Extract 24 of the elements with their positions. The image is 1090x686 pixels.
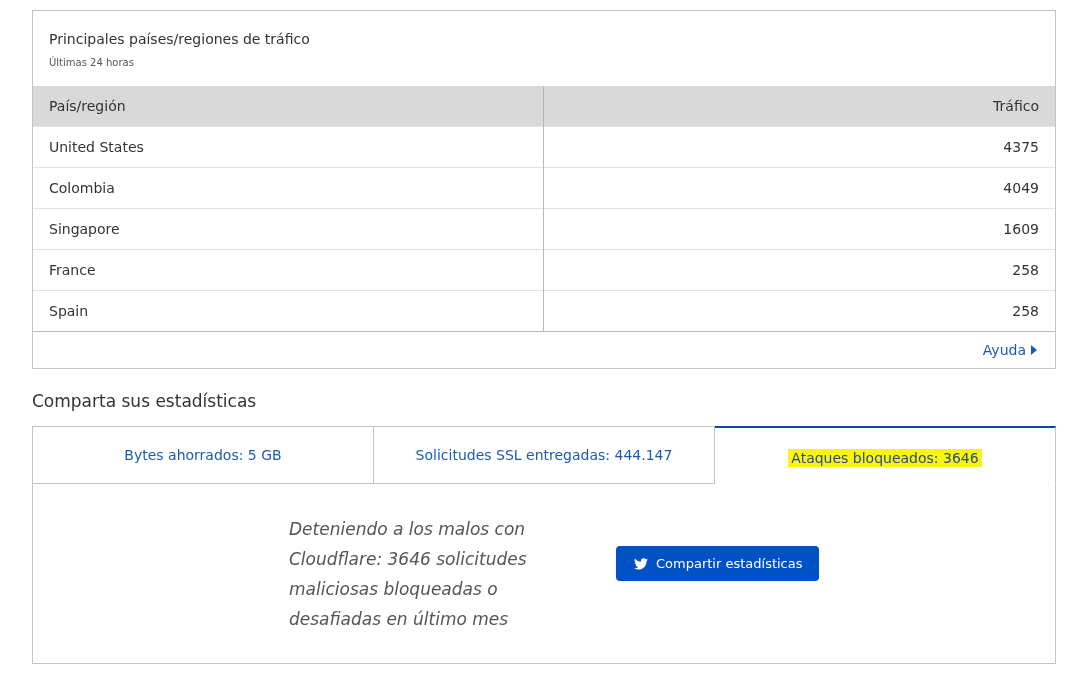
table-cell: Spain	[33, 290, 544, 332]
highlighted-label: Ataques bloqueados: 3646	[788, 448, 982, 467]
share-button[interactable]: Compartir estadísticas	[616, 546, 819, 581]
table-cell: 4049	[543, 167, 1055, 209]
table-cell: 258	[543, 290, 1055, 332]
stats-tab[interactable]: Ataques bloqueados: 3646	[715, 426, 1056, 484]
share-message: Deteniendo a los malos con Cloudflare: 3646 solicitudes maliciosas bloqueadas o desafiadas en último mes	[289, 517, 528, 631]
table-cell: Singapore	[33, 208, 544, 250]
table-cell: France	[33, 249, 544, 291]
help-link[interactable]: Ayuda	[982, 342, 1037, 358]
card-subtitle: Últimas 24 horas	[49, 57, 135, 68]
table-cell: 1609	[543, 208, 1055, 250]
section-heading: Comparta sus estadísticas	[32, 391, 258, 411]
stats-tab[interactable]: Bytes ahorrados: 5 GB	[32, 426, 374, 484]
table-cell: 258	[543, 249, 1055, 291]
card-title: Principales países/regiones de tráfico	[49, 31, 311, 47]
caret-icon	[1031, 345, 1037, 355]
stats-tab[interactable]: Solicitudes SSL entregadas: 444.147	[374, 426, 715, 484]
table-cell: 4375	[543, 126, 1055, 168]
table-cell: Colombia	[33, 167, 544, 209]
table-cell: United States	[33, 126, 544, 168]
bird-icon	[634, 557, 648, 570]
column-header: Tráfico	[543, 86, 1055, 127]
column-header: País/región	[33, 86, 544, 127]
